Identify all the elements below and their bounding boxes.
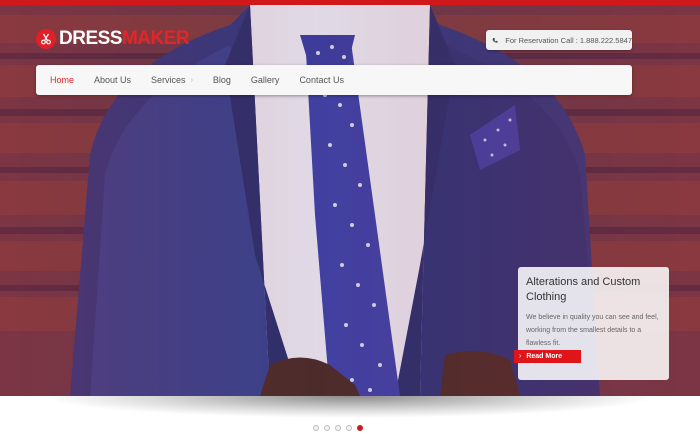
slider-dot[interactable] bbox=[313, 425, 319, 431]
reservation-text: For Reservation Call : 1.888.222.5847 bbox=[505, 35, 632, 45]
slide-caption: Alterations and Custom Clothing We belie… bbox=[518, 267, 669, 380]
read-more-label: Read More bbox=[526, 353, 563, 360]
chevron-right-icon: › bbox=[190, 76, 193, 84]
nav-item-services[interactable]: Services › bbox=[151, 75, 193, 85]
logo-text-dress: DRESS bbox=[59, 28, 122, 49]
slider-pagination bbox=[313, 425, 368, 431]
nav-item-gallery[interactable]: Gallery bbox=[251, 75, 280, 85]
slider-dot[interactable] bbox=[346, 425, 352, 431]
slider-dot[interactable] bbox=[324, 425, 330, 431]
logo-text: DRESSMAKER bbox=[59, 28, 190, 49]
chevron-right-icon: › bbox=[519, 353, 522, 360]
slide-title: Alterations and Custom Clothing bbox=[526, 276, 641, 303]
logo-text-maker: MAKER bbox=[121, 28, 190, 49]
nav-item-label: Services bbox=[151, 75, 186, 85]
nav-item-label: Home bbox=[50, 75, 75, 85]
nav-item-label: Blog bbox=[212, 75, 231, 85]
slider-shadow bbox=[40, 396, 660, 418]
nav-item-label: About Us bbox=[94, 75, 132, 85]
nav-item-contact-us[interactable]: Contact Us bbox=[299, 75, 344, 85]
slide-text: We believe in quality you can see and fe… bbox=[526, 314, 659, 347]
slider-dot[interactable] bbox=[335, 425, 341, 431]
hero-slider: DRESSMAKER For Reservation Call : 1.888.… bbox=[0, 5, 700, 396]
read-more-button[interactable]: › Read More bbox=[514, 350, 581, 363]
logo[interactable]: DRESSMAKER bbox=[36, 28, 190, 50]
nav-item-label: Contact Us bbox=[299, 75, 344, 85]
nav-item-home[interactable]: Home bbox=[50, 75, 74, 85]
scissors-icon bbox=[36, 29, 56, 49]
reservation-box[interactable]: For Reservation Call : 1.888.222.5847 bbox=[486, 30, 632, 50]
phone-icon bbox=[492, 37, 498, 43]
nav-item-blog[interactable]: Blog bbox=[213, 75, 231, 85]
nav-item-label: Gallery bbox=[250, 75, 280, 85]
nav-item-about-us[interactable]: About Us bbox=[94, 75, 131, 85]
main-navigation: Home About Us Services › Blog Gallery Con… bbox=[36, 65, 632, 95]
slider-dot-active[interactable] bbox=[357, 425, 363, 431]
